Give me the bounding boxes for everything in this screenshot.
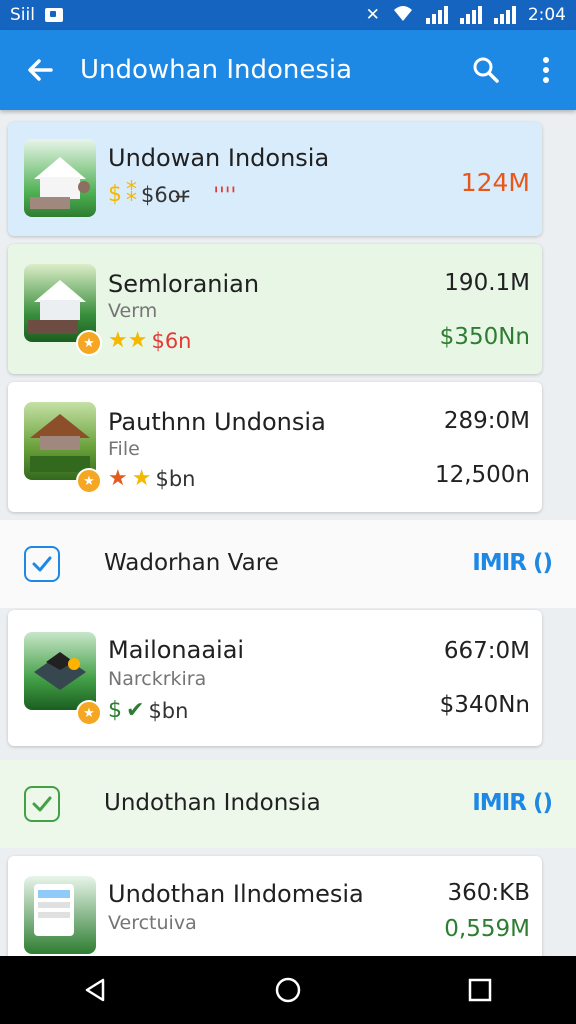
item-price: 12,500n — [434, 462, 530, 488]
list-item[interactable]: ★ Semloranian Verm ★★ $6n 190.1M $350Nn — [8, 244, 542, 374]
nav-home-button[interactable] — [258, 960, 318, 1020]
item-subtitle: Narckrkira — [108, 668, 207, 690]
signal-icon — [425, 6, 448, 24]
item-meta-price: $6n — [151, 328, 192, 353]
item-price: $350Nn — [439, 324, 530, 350]
item-size: 190.1M — [444, 270, 530, 296]
row-label: Wadorhan Vare — [104, 550, 279, 576]
app-bar: Undowhan Indonesia — [0, 30, 576, 110]
row-tag: IMIR () — [472, 550, 553, 576]
overflow-menu-button[interactable] — [516, 30, 576, 110]
row-label: Undothan Indonsia — [104, 790, 321, 816]
checkbox[interactable] — [24, 786, 60, 822]
check-icon — [32, 796, 52, 812]
item-name: Undowan Indonsia — [108, 144, 330, 172]
arrow-back-icon — [28, 59, 53, 81]
list-item[interactable]: ★ Mailonaaiai Narckrkira $ ✔ $bn 667:0M … — [8, 610, 542, 746]
nav-back-button[interactable] — [66, 960, 126, 1020]
app-thumbnail — [24, 876, 96, 954]
app-thumbnail — [24, 139, 96, 217]
item-meta-price: $bn — [155, 466, 196, 491]
rating-icon: ⁑ — [126, 182, 137, 207]
item-size: 124M — [460, 168, 530, 197]
wifi-icon — [392, 4, 414, 27]
badge-icon: ★ — [76, 330, 102, 356]
nav-back-icon — [85, 978, 105, 1002]
bluetooth-off-icon: ✕ — [365, 5, 380, 25]
item-name: Semloranian — [108, 270, 260, 298]
back-button[interactable] — [0, 30, 80, 110]
check-icon: ✔ — [126, 698, 145, 723]
status-time: 2:04 — [527, 5, 566, 25]
row-tag: IMIR () — [472, 790, 553, 816]
nav-recents-button[interactable] — [450, 960, 510, 1020]
item-meta: ★★ $6n — [108, 328, 191, 353]
search-button[interactable] — [456, 30, 516, 110]
checkbox[interactable] — [24, 546, 60, 582]
check-icon — [32, 556, 52, 572]
checkbox-row[interactable]: Undothan Indonsia IMIR () — [0, 760, 576, 848]
item-size: 289:0M — [443, 408, 530, 434]
app-bar-title: Undowhan Indonesia — [80, 55, 353, 85]
item-subtitle: File — [108, 438, 140, 460]
nav-home-icon — [275, 977, 301, 1003]
search-icon — [473, 57, 499, 83]
signal-3-icon — [493, 6, 516, 24]
item-meta-price: $6or̶ — [141, 182, 190, 207]
coin-icon: $ — [108, 182, 122, 207]
item-subtitle: Verctuiva — [108, 912, 197, 934]
item-meta-price: $bn — [148, 698, 189, 723]
item-size: 667:0M — [443, 638, 530, 664]
star-icon: ★ — [131, 466, 152, 491]
item-size: 360:KB — [447, 880, 530, 906]
list-item[interactable]: Undowan Indonsia $ ⁑ $6or̶ '''' 124M — [8, 122, 542, 236]
dollar-icon: $ — [108, 698, 122, 723]
checkbox-row[interactable]: Wadorhan Vare IMIR () — [0, 520, 576, 608]
item-price: 0,559M — [444, 916, 530, 942]
item-subtitle: Verm — [108, 300, 158, 322]
item-meta: $ ⁑ $6or̶ '''' — [108, 182, 236, 207]
signal-2-icon — [459, 6, 482, 24]
list-item[interactable]: ★ Pauthnn Undonsia File ★ ★ $bn 289:0M 1… — [8, 382, 542, 512]
status-left-text: Siil — [10, 5, 35, 25]
navigation-bar — [0, 956, 576, 1024]
nav-recents-icon — [468, 978, 492, 1002]
app-list[interactable]: Undowan Indonsia $ ⁑ $6or̶ '''' 124M ★ S… — [0, 110, 576, 956]
overflow-menu-icon — [543, 57, 549, 83]
item-name: Mailonaaiai — [108, 636, 245, 664]
item-name: Pauthnn Undonsia — [108, 408, 326, 436]
item-extra: '''' — [213, 182, 237, 207]
list-item[interactable]: Undothan Ilndomesia Verctuiva 360:KB 0,5… — [8, 856, 542, 956]
badge-icon: ★ — [76, 468, 102, 494]
notification-icon — [44, 8, 63, 22]
star-icon: ★ — [108, 466, 128, 491]
item-name: Undothan Ilndomesia — [108, 880, 364, 908]
item-meta: ★ ★ $bn — [108, 466, 195, 491]
status-bar: Siil ✕ 2:04 — [0, 0, 576, 30]
item-meta: $ ✔ $bn — [108, 698, 188, 723]
item-price: $340Nn — [439, 692, 530, 718]
app-thumbnail — [24, 632, 96, 710]
star-icon: ★★ — [108, 328, 148, 353]
badge-icon: ★ — [76, 700, 102, 726]
